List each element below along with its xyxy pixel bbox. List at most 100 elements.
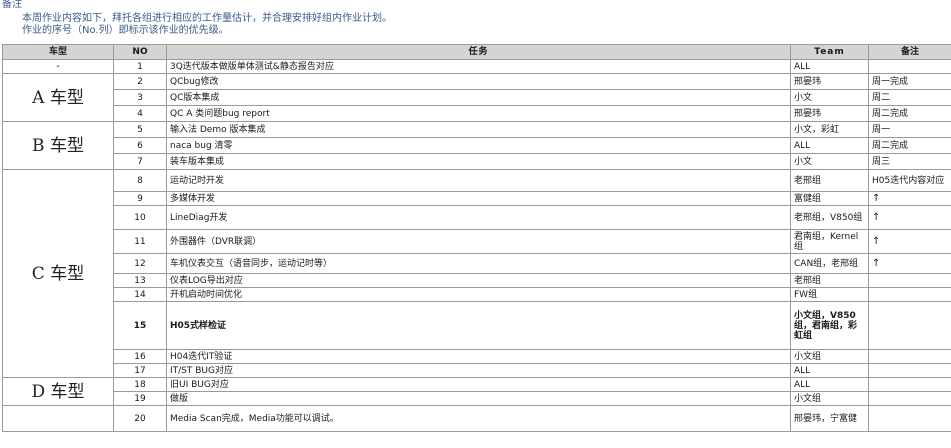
row-no: 14 <box>113 287 167 302</box>
table-row: 16 H04迭代IT验证 小文组 <box>3 349 951 364</box>
row-team: 老邢组，V850组 <box>790 205 869 230</box>
row-task: 输入法 Demo 版本集成 <box>166 121 791 138</box>
header-team: Team <box>790 44 869 60</box>
row-task: QCbug修改 <box>166 73 791 90</box>
header-note: 备注 <box>868 44 951 60</box>
row-note: 周二完成 <box>868 105 951 122</box>
row-no: 16 <box>113 349 167 364</box>
row-note <box>868 301 951 350</box>
row-team: 小文 <box>790 153 869 170</box>
row-team: 邢晏玮 <box>790 105 869 122</box>
row-note: 周二完成 <box>868 137 951 154</box>
row-task: 旧UI BUG对应 <box>166 377 791 392</box>
header-task: 任务 <box>166 44 791 60</box>
row-no: 13 <box>113 273 167 288</box>
row-note: 周一完成 <box>868 73 951 90</box>
row-no: 8 <box>113 169 167 192</box>
row-no: 6 <box>113 137 167 154</box>
row-no: 4 <box>113 105 167 122</box>
row-note-up-arrow: ↑ <box>868 205 951 230</box>
row-task: IT/ST BUG对应 <box>166 363 791 378</box>
table-row: 10 LineDiag开发 老邢组，V850组 ↑ <box>3 205 951 230</box>
row-note <box>868 287 951 302</box>
row-team: ALL <box>790 377 869 392</box>
row-note: 周三 <box>868 153 951 170</box>
row-no: 17 <box>113 363 167 378</box>
row-note: H05迭代内容对应 <box>868 169 951 192</box>
table-row: - 1 3Q迭代版本做版单体测试&静态报告对应 ALL <box>2 59 951 74</box>
table-row: 6 naca bug 清零 ALL 周二完成 <box>3 137 951 154</box>
row-no: 1 <box>113 59 167 74</box>
row-team: 老邢组 <box>790 273 869 288</box>
row-no: 10 <box>113 205 167 230</box>
row-task: 3Q迭代版本做版单体测试&静态报告对应 <box>166 59 791 74</box>
row-no: 18 <box>113 377 167 392</box>
row-task: 开机启动时间优化 <box>166 287 791 302</box>
header-no: NO <box>113 44 167 60</box>
row-task: QC A 类问题bug report <box>166 105 791 122</box>
row-team: FW组 <box>790 287 869 302</box>
table-row: A 车型 2 QCbug修改 邢晏玮 周一完成 <box>2 73 951 122</box>
task-table: 车型 NO 任务 Team 备注 - 1 3Q迭代版本做版单体测试&静态报告对应… <box>2 44 951 432</box>
row-no: 19 <box>113 391 167 406</box>
row-task: 运动记时开发 <box>166 169 791 192</box>
table-row: 11 外围器件（DVR联调） 君南组，Kernel组 ↑ <box>3 229 951 254</box>
row-no: 20 <box>113 405 167 432</box>
row-task: Media Scan完成，Media功能可以调试。 <box>166 405 791 432</box>
row-note <box>868 405 951 432</box>
row-team: 老邢组 <box>790 169 869 192</box>
row-task: 做版 <box>166 391 791 406</box>
row-no: 2 <box>113 73 167 90</box>
header-car-type: 车型 <box>2 44 114 60</box>
row-note <box>868 391 951 406</box>
row-note <box>868 363 951 378</box>
row-no: 12 <box>113 253 167 274</box>
car-type-b: B 车型 <box>2 121 114 170</box>
row-team: 君南组，Kernel组 <box>790 229 869 254</box>
row-no: 11 <box>113 229 167 254</box>
row-task: LineDiag开发 <box>166 205 791 230</box>
row-task: naca bug 清零 <box>166 137 791 154</box>
row-team: 小文组 <box>790 349 869 364</box>
note-line-2: 作业的序号（No.列）即标示该作业的优先级。 <box>22 25 229 36</box>
row-no: 7 <box>113 153 167 170</box>
table-row: 9 多媒体开发 富健组 ↑ <box>3 191 951 206</box>
row-team: 小文组 <box>790 391 869 406</box>
row-note-up-arrow: ↑ <box>868 229 951 254</box>
row-note <box>868 349 951 364</box>
row-note <box>868 273 951 288</box>
row-team: ALL <box>790 59 869 74</box>
car-type-c: C 车型 <box>2 169 114 378</box>
row-task: H05式样检证 <box>166 301 791 350</box>
row-task: QC版本集成 <box>166 89 791 106</box>
table-row: C 车型 8 运动记时开发 老邢组 H05迭代内容对应 <box>2 169 951 378</box>
table-row: 13 仪表LOG导出对应 老邢组 <box>3 273 951 288</box>
row-note-up-arrow: ↑ <box>868 191 951 206</box>
table-row: 17 IT/ST BUG对应 ALL <box>3 363 951 378</box>
row-team: ALL <box>790 363 869 378</box>
row-note: 周一 <box>868 121 951 138</box>
table-row: 20 Media Scan完成，Media功能可以调试。 邢晏玮，宁富健 <box>2 405 951 432</box>
row-note-up-arrow: ↑ <box>868 253 951 274</box>
table-row: 19 做版 小文组 <box>3 391 951 406</box>
row-task: 装车版本集成 <box>166 153 791 170</box>
row-team: 小文 <box>790 89 869 106</box>
row-no: 5 <box>113 121 167 138</box>
car-type-d: D 车型 <box>2 377 114 406</box>
table-row: 15 H05式样检证 小文组，V850组，君南组，彩虹组 <box>3 301 951 350</box>
header-row: 车型 NO 任务 Team 备注 <box>2 44 951 60</box>
table-row: D 车型 18 旧UI BUG对应 ALL <box>2 377 951 406</box>
row-team: 小文组，V850组，君南组，彩虹组 <box>790 301 869 350</box>
row-task: 多媒体开发 <box>166 191 791 206</box>
row-task: 车机仪表交互（语音同步，运动记时等） <box>166 253 791 274</box>
row-team: ALL <box>790 137 869 154</box>
row-team: 小文，彩虹 <box>790 121 869 138</box>
row-task: H04迭代IT验证 <box>166 349 791 364</box>
note-title: 备注 <box>2 0 22 10</box>
row-note: 周二 <box>868 89 951 106</box>
row-no: 3 <box>113 89 167 106</box>
table-row: 14 开机启动时间优化 FW组 <box>3 287 951 302</box>
car-type-a: A 车型 <box>2 73 114 122</box>
table-row: 4 QC A 类问题bug report 邢晏玮 周二完成 <box>3 105 951 122</box>
table-row: 3 QC版本集成 小文 周二 <box>3 89 951 106</box>
